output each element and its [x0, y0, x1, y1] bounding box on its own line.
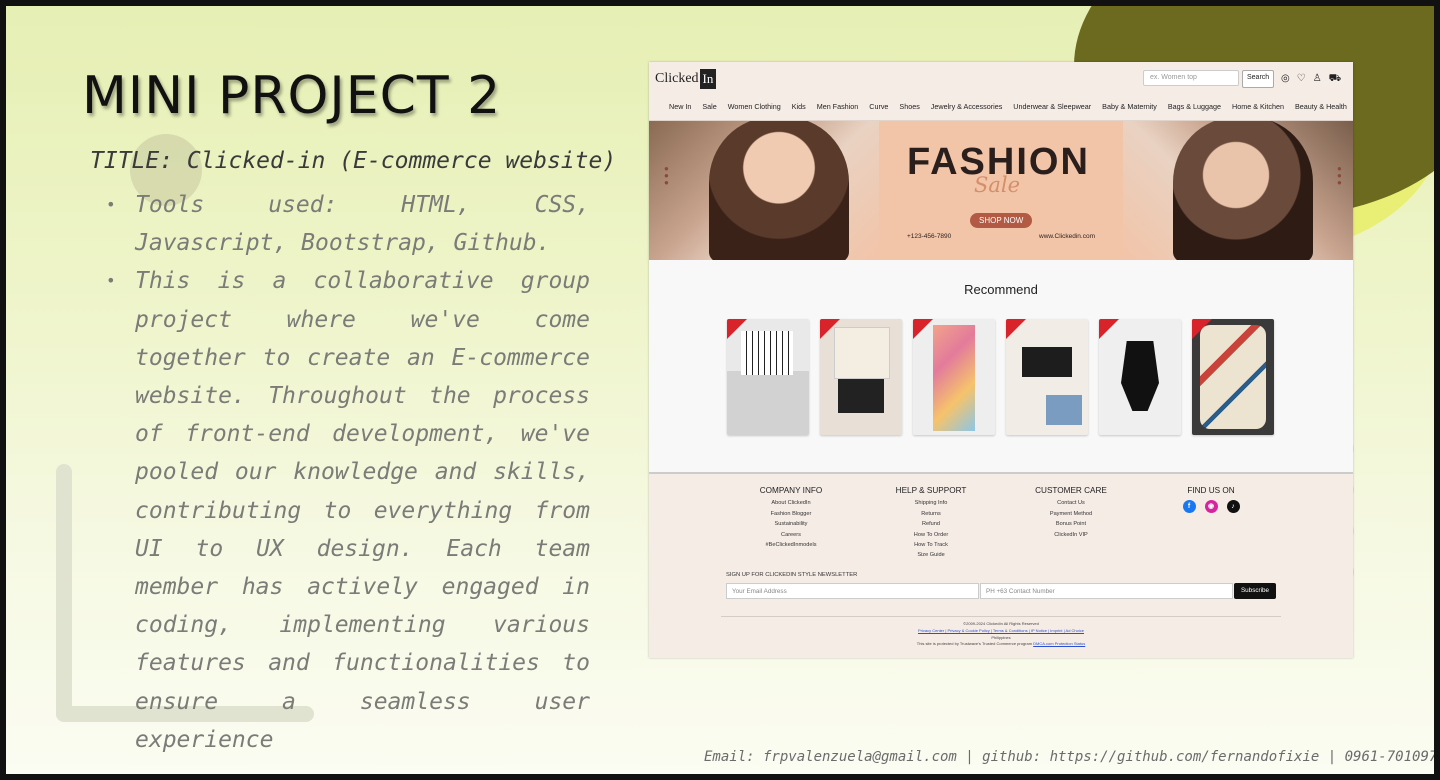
footer-column-company: COMPANY INFO About ClickedIn Fashion Blo…: [741, 486, 841, 550]
site-logo[interactable]: Clicked In: [655, 67, 717, 90]
carousel-prev-icon[interactable]: ● ● ●: [664, 165, 669, 187]
banner-phone: +123-456-7890: [907, 233, 952, 240]
contact-line: Email: frpvalenzuela@gmail.com | github:…: [704, 749, 1440, 765]
footer-link[interactable]: #BeClickedInmodels: [741, 540, 841, 550]
sale-badge: [1006, 319, 1026, 339]
bullet-item: This is a collaborative group project wh…: [106, 262, 590, 759]
nav-item[interactable]: Beauty & Health: [1295, 102, 1347, 111]
sale-badge: [1192, 319, 1212, 339]
nav-item[interactable]: Bags & Luggage: [1168, 102, 1221, 111]
footer-column-help: HELP & SUPPORT Shipping Info Returns Ref…: [881, 486, 981, 561]
user-icon[interactable]: ◎: [1281, 73, 1290, 86]
product-card-floral-cardigan-set[interactable]: [820, 319, 902, 435]
banner-url: www.Clickedin.com: [1039, 233, 1095, 240]
footer-link[interactable]: Contact Us: [1021, 498, 1121, 508]
bullet-item: Tools used: HTML, CSS, Javascript, Boots…: [106, 186, 590, 262]
footer-link[interactable]: Shipping Info: [881, 498, 981, 508]
footer-link[interactable]: Size Guide: [881, 550, 981, 560]
product-row: [727, 319, 1274, 435]
footer-heading: CUSTOMER CARE: [1035, 486, 1107, 495]
nav-item[interactable]: Home & Kitchen: [1232, 102, 1284, 111]
nav-item[interactable]: Women Clothing: [728, 102, 781, 111]
legal-links[interactable]: Privacy Center | Privacy & Cookie Policy…: [721, 628, 1281, 635]
nav-item[interactable]: Kids: [792, 102, 806, 111]
nav-item[interactable]: Baby & Maternity: [1102, 102, 1157, 111]
footer-heading: FIND US ON: [1187, 486, 1235, 495]
footer-link[interactable]: Returns: [881, 509, 981, 519]
footer-link[interactable]: Bonus Point: [1021, 519, 1121, 529]
legal-block: ©2009-2024 ClickedIn All Rights Reserved…: [721, 616, 1281, 648]
footer-heading: HELP & SUPPORT: [895, 486, 967, 495]
search-button[interactable]: Search: [1242, 70, 1275, 88]
nav-item[interactable]: Sale: [702, 102, 716, 111]
hero-banner[interactable]: FASHION Sale SHOP NOW +123-456-7890 www.…: [649, 121, 1353, 260]
newsletter-email-input[interactable]: Your Email Address: [726, 583, 979, 599]
recommend-section: Recommend: [649, 260, 1353, 472]
product-card-floral-midi-skirt[interactable]: [913, 319, 995, 435]
slide-title: MINI PROJECT 2: [82, 66, 502, 126]
newsletter-phone-input[interactable]: PH +63 Contact Number: [980, 583, 1233, 599]
main-nav: New In Sale Women Clothing Kids Men Fash…: [649, 102, 1353, 111]
footer-link[interactable]: How To Order: [881, 530, 981, 540]
facebook-icon[interactable]: f: [1182, 500, 1196, 514]
subscribe-button[interactable]: Subscribe: [1234, 583, 1276, 599]
copyright-text: ©2009-2024 ClickedIn All Rights Reserved: [963, 621, 1039, 626]
sale-badge: [1099, 319, 1119, 339]
banner-script: Sale: [974, 173, 1021, 197]
tiktok-icon[interactable]: ♪: [1226, 500, 1240, 514]
nav-item[interactable]: Shoes: [899, 102, 919, 111]
sale-badge: [820, 319, 840, 339]
nav-item[interactable]: Men Fashion: [817, 102, 859, 111]
header-icons: ◎ ♡ ♙ ⛟: [1281, 73, 1341, 86]
nav-item[interactable]: New In: [669, 102, 691, 111]
slide-subtitle: TITLE: Clicked-in (E-commerce website): [90, 148, 617, 174]
newsletter-label: SIGN UP FOR CLICKEDIN STYLE NEWSLETTER: [726, 572, 858, 578]
footer-link[interactable]: Payment Method: [1021, 509, 1121, 519]
footer-link[interactable]: ClickedIn VIP: [1021, 530, 1121, 540]
product-card-crop-top-denim-set[interactable]: [1006, 319, 1088, 435]
shop-now-button[interactable]: SHOP NOW: [970, 213, 1033, 228]
footer-link[interactable]: Refund: [881, 519, 981, 529]
footer-link[interactable]: How To Track: [881, 540, 981, 550]
dmca-link[interactable]: DMCA.com Protection Status: [1033, 641, 1085, 646]
trust-text: This site is protected by Trustwave's Tr…: [916, 641, 1086, 647]
social-links: f ◉ ♪: [1161, 500, 1261, 514]
nav-item[interactable]: Underwear & Sleepwear: [1013, 102, 1091, 111]
cart-icon[interactable]: ⛟: [1329, 73, 1342, 86]
product-card-graphic-knit-sweater[interactable]: [1192, 319, 1274, 435]
sale-badge: [913, 319, 933, 339]
site-footer: COMPANY INFO About ClickedIn Fashion Blo…: [649, 472, 1353, 658]
slide: MINI PROJECT 2 TITLE: Clicked-in (E-comm…: [0, 0, 1440, 780]
country-text: Philippines: [991, 634, 1011, 640]
nav-item[interactable]: Jewelry & Accessories: [931, 102, 1003, 111]
footer-heading: COMPANY INFO: [759, 486, 823, 495]
search-input[interactable]: ex. Women top: [1143, 70, 1239, 86]
site-header: Clicked In ex. Women top Search ◎ ♡ ♙ ⛟ N…: [649, 62, 1353, 121]
nav-item[interactable]: Curve: [869, 102, 888, 111]
footer-link[interactable]: Fashion Blogger: [741, 509, 841, 519]
account-icon[interactable]: ♙: [1313, 73, 1322, 86]
website-screenshot: Clicked In ex. Women top Search ◎ ♡ ♙ ⛟ N…: [649, 62, 1353, 658]
bullet-list: Tools used: HTML, CSS, Javascript, Boots…: [106, 186, 590, 759]
footer-link[interactable]: About ClickedIn: [741, 498, 841, 508]
heart-icon[interactable]: ♡: [1297, 73, 1306, 86]
footer-column-care: CUSTOMER CARE Contact Us Payment Method …: [1021, 486, 1121, 540]
footer-column-social: FIND US ON f ◉ ♪: [1161, 486, 1261, 514]
model-photo-left: [709, 121, 849, 260]
recommend-title: Recommend: [964, 282, 1038, 297]
footer-link[interactable]: Sustainability: [741, 519, 841, 529]
footer-link[interactable]: Careers: [741, 530, 841, 540]
product-card-striped-tee-set[interactable]: [727, 319, 809, 435]
product-card-black-bow-top[interactable]: [1099, 319, 1181, 435]
instagram-icon[interactable]: ◉: [1204, 500, 1218, 514]
model-photo-right: [1173, 121, 1313, 260]
carousel-next-icon[interactable]: ● ● ●: [1337, 165, 1342, 187]
sale-badge: [727, 319, 747, 339]
